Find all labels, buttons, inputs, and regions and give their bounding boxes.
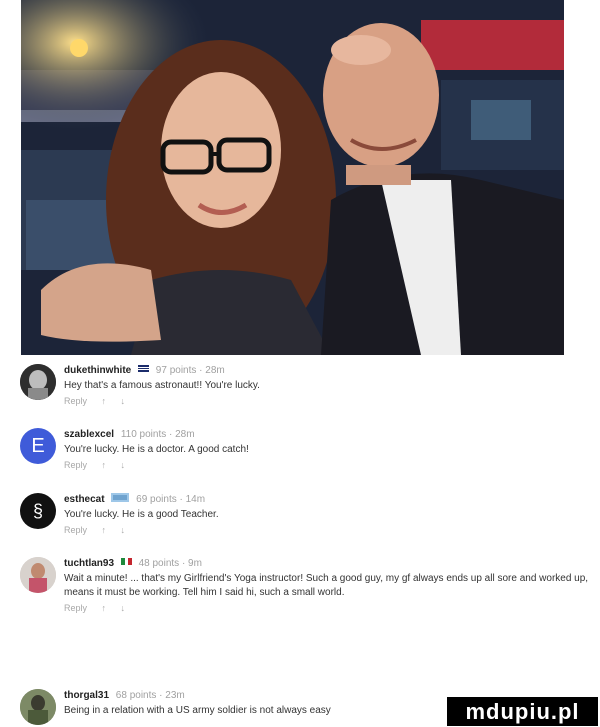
arrow-down-icon[interactable]: ↓	[121, 525, 126, 535]
avatar[interactable]	[20, 364, 56, 400]
comment-actions: Reply ↑ ↓	[64, 525, 600, 535]
comment-points: 68 points · 23m	[115, 690, 185, 701]
comment-username[interactable]: esthecat	[64, 494, 105, 505]
user-avatar-icon	[20, 364, 56, 400]
flag-icon	[120, 558, 132, 565]
reply-button[interactable]: Reply	[64, 396, 87, 406]
comment-username[interactable]: szablexcel	[64, 429, 114, 440]
arrow-down-icon[interactable]: ↓	[121, 603, 126, 613]
reply-button[interactable]: Reply	[64, 603, 87, 613]
photo-illustration	[21, 0, 564, 355]
avatar-letter: E	[31, 434, 45, 457]
comment-text: Wait a minute! ... that's my Girlfriend'…	[64, 573, 589, 598]
arrow-up-icon[interactable]: ↑	[102, 603, 107, 613]
arrow-up-icon[interactable]: ↑	[102, 460, 107, 470]
comment-text: You're lucky. He is a good Teacher.	[64, 509, 219, 520]
comment-meta: tuchtlan93 48 points · 9m	[64, 557, 600, 570]
comment-username[interactable]: thorgal31	[64, 690, 109, 701]
comment-actions: Reply ↑ ↓	[64, 460, 600, 470]
post-photo	[21, 0, 564, 355]
avatar[interactable]	[20, 689, 56, 725]
arrow-up-icon[interactable]: ↑	[102, 525, 107, 535]
arrow-down-icon[interactable]: ↓	[121, 396, 126, 406]
comment-meta: esthecat 69 points · 14m	[64, 493, 600, 506]
comment-meta: szablexcel 110 points · 28m	[64, 428, 600, 441]
comment-points: 97 points · 28m	[155, 365, 225, 376]
comment-points: 110 points · 28m	[120, 429, 195, 440]
avatar-letter: §	[32, 500, 43, 521]
avatar[interactable]: E	[20, 428, 56, 464]
comment-text: Hey that's a famous astronaut!! You're l…	[64, 380, 260, 391]
watermark-logo: mdupiu.pl	[447, 697, 598, 726]
flair-badge-icon	[111, 493, 130, 502]
reply-button[interactable]: Reply	[64, 460, 87, 470]
comment-points: 48 points · 9m	[138, 558, 202, 569]
comment-actions: Reply ↑ ↓	[64, 396, 600, 406]
arrow-up-icon[interactable]: ↑	[102, 396, 107, 406]
user-avatar-icon	[20, 689, 56, 725]
comment-meta: dukethinwhite 97 points · 28m	[64, 364, 600, 377]
comment-username[interactable]: dukethinwhite	[64, 365, 131, 376]
comment-actions: Reply ↑ ↓	[64, 603, 600, 613]
reply-button[interactable]: Reply	[64, 525, 87, 535]
comment-points: 69 points · 14m	[136, 494, 206, 505]
avatar[interactable]	[20, 557, 56, 593]
comment-text: You're lucky. He is a doctor. A good cat…	[64, 444, 249, 455]
comment-username[interactable]: tuchtlan93	[64, 558, 114, 569]
flag-icon	[138, 365, 150, 372]
arrow-down-icon[interactable]: ↓	[121, 460, 126, 470]
avatar[interactable]: §	[20, 493, 56, 529]
user-avatar-icon	[20, 557, 56, 593]
